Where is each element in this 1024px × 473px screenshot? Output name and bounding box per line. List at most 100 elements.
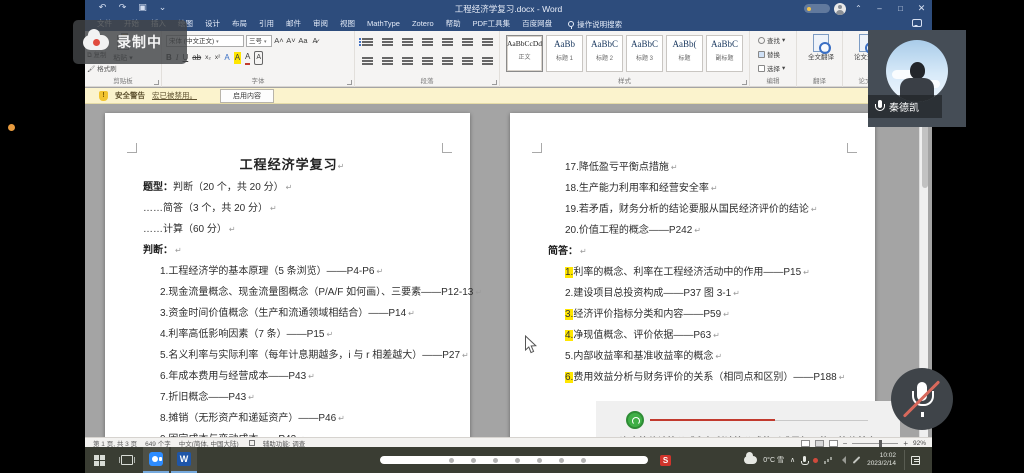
justify-icon[interactable]	[421, 55, 434, 66]
start-button[interactable]	[85, 447, 113, 473]
paragraph-dialog-launcher[interactable]	[492, 80, 497, 85]
doc-line-text: 18.生产能力利用率和经营安全率	[565, 183, 709, 194]
maximize-button[interactable]: □	[892, 1, 909, 16]
doc-line: 4.利率高低影响因素（7 条）——P15↵	[143, 324, 442, 345]
superscript-icon[interactable]: x²	[215, 52, 220, 64]
enable-content-button[interactable]: 启用内容	[220, 89, 274, 103]
language-indicator[interactable]: 中文(简体, 中国大陆)	[179, 438, 239, 448]
mute-microphone-button[interactable]	[891, 368, 953, 430]
tray-expand-icon[interactable]: ∧	[790, 456, 795, 464]
ribbon-tab-14[interactable]: 百度网盘	[516, 17, 558, 31]
network-icon[interactable]	[824, 457, 832, 464]
document-page-2[interactable]: 17.降低盈亏平衡点措施↵18.生产能力利用率和经营安全率↵19.若矛盾，财务分…	[510, 113, 875, 437]
subscript-icon[interactable]: x₂	[205, 52, 211, 64]
zoom-slider[interactable]	[852, 443, 898, 444]
account-avatar[interactable]	[834, 3, 846, 15]
style-gallery-item-2[interactable]: AaBbC标题 2	[586, 35, 623, 72]
close-button[interactable]: ✕	[913, 1, 930, 16]
show-marks-icon[interactable]	[481, 36, 494, 47]
ribbon-tab-9[interactable]: 视图	[334, 17, 361, 31]
ribbon-tab-4[interactable]: 设计	[199, 17, 226, 31]
ribbon-tab-11[interactable]: Zotero	[406, 17, 440, 31]
ribbon-tab-6[interactable]: 引用	[253, 17, 280, 31]
taskbar-word-app[interactable]: W	[171, 447, 197, 473]
decrease-indent-icon[interactable]	[421, 36, 434, 47]
line-spacing-icon[interactable]	[441, 55, 454, 66]
page-indicator[interactable]: 第 1 页, 共 3 页	[93, 438, 137, 448]
taskbar-meeting-app[interactable]	[143, 447, 169, 473]
document-page-1[interactable]: 工程经济学复习↵ 题型：判断（20 个，共 20 分）↵……简答（3 个，共 2…	[105, 113, 470, 437]
ribbon-tab-12[interactable]: 帮助	[440, 17, 467, 31]
grow-font-icon[interactable]: A˄	[274, 35, 284, 47]
bullets-icon[interactable]	[361, 36, 374, 47]
borders-icon[interactable]	[481, 55, 494, 66]
doc-line-text: 5.内部收益率和基准收益率的概念	[565, 351, 713, 362]
webcam-panel[interactable]: 秦德凯	[868, 30, 966, 127]
ribbon-tab-7[interactable]: 邮件	[280, 17, 307, 31]
weather-text[interactable]: 0°C 雪	[763, 455, 784, 465]
align-right-icon[interactable]	[401, 55, 414, 66]
style-gallery-item-3[interactable]: AaBbC标题 3	[626, 35, 663, 72]
shrink-font-icon[interactable]: A˅	[286, 35, 296, 47]
tell-me-search[interactable]: 操作说明搜索	[568, 19, 622, 30]
print-layout-icon[interactable]	[815, 440, 824, 447]
action-center-icon[interactable]	[911, 456, 920, 465]
replace-button[interactable]: 替换	[758, 49, 785, 59]
text-highlight-icon[interactable]: A	[234, 52, 241, 64]
tray-recording-dot-icon[interactable]	[813, 458, 818, 463]
volume-icon[interactable]	[838, 456, 846, 464]
doc-line: 6.费用效益分析与财务评价的关系（相同点和区别）——P188↵	[548, 367, 847, 388]
style-gallery-item-5[interactable]: AaBbC副标题	[706, 35, 743, 72]
macro-record-icon[interactable]	[249, 440, 255, 446]
full-text-translate-button[interactable]: 全文翻译	[803, 34, 839, 62]
security-warning-message: 宏已被禁用。	[152, 90, 197, 101]
align-center-icon[interactable]	[381, 55, 394, 66]
account-badge[interactable]	[804, 4, 830, 13]
sort-icon[interactable]	[461, 36, 474, 47]
accessibility-status[interactable]: 辅助功能: 调查	[263, 438, 306, 448]
select-button[interactable]: 选择 ▾	[758, 63, 785, 73]
ribbon-tab-5[interactable]: 布局	[226, 17, 253, 31]
zoom-percentage[interactable]: 92%	[913, 440, 926, 447]
align-left-icon[interactable]	[361, 55, 374, 66]
window-controls: ⌃ – □ ✕	[804, 0, 930, 17]
web-layout-icon[interactable]	[829, 440, 838, 447]
style-gallery-item-0[interactable]: AaBbCcDd正文	[506, 35, 543, 72]
multilevel-list-icon[interactable]	[401, 36, 414, 47]
clipboard-dialog-launcher[interactable]	[154, 80, 159, 85]
change-case-icon[interactable]: Aa	[298, 35, 308, 47]
zoom-slider-thumb[interactable]	[879, 440, 882, 447]
font-size-select[interactable]: 三号▾	[246, 35, 272, 47]
strikethrough-icon[interactable]: ab	[192, 52, 201, 64]
style-gallery-item-1[interactable]: AaBb标题 1	[546, 35, 583, 72]
doc-line: 19.若矛盾，财务分析的结论要服从国民经济评价的结论↵	[548, 199, 847, 220]
taskbar-clock[interactable]: 10:02 2023/2/14	[867, 452, 896, 468]
enclose-characters-icon[interactable]: A	[254, 51, 263, 65]
styles-dialog-launcher[interactable]	[742, 80, 747, 85]
shading-icon[interactable]	[461, 55, 474, 66]
task-view-button[interactable]	[113, 447, 141, 473]
pilcrow-mark: ↵	[338, 162, 346, 171]
numbering-icon[interactable]	[381, 36, 394, 47]
scrollbar-thumb[interactable]	[922, 118, 928, 188]
comment-icon[interactable]	[912, 19, 922, 27]
font-dialog-launcher[interactable]	[347, 80, 352, 85]
ribbon-tab-13[interactable]: PDF工具集	[467, 17, 517, 31]
word-count[interactable]: 649 个字	[145, 438, 171, 448]
style-gallery-item-4[interactable]: AaBb(标题	[666, 35, 703, 72]
read-mode-icon[interactable]	[801, 440, 810, 447]
font-color-icon[interactable]: A	[245, 51, 250, 65]
playback-progress-capsule[interactable]	[380, 456, 648, 464]
text-effects-icon[interactable]: A	[224, 52, 229, 64]
pen-settings-icon[interactable]	[853, 456, 861, 464]
doc-line-bold-prefix: 判断：	[143, 245, 173, 256]
find-button[interactable]: 查找 ▾	[758, 35, 785, 45]
tray-mic-icon[interactable]	[801, 456, 807, 465]
ribbon-tab-10[interactable]: MathType	[361, 17, 406, 31]
ribbon-display-options-icon[interactable]: ⌃	[850, 1, 867, 16]
increase-indent-icon[interactable]	[441, 36, 454, 47]
clear-formatting-icon[interactable]: A̷	[310, 35, 320, 47]
taskbar-s-app-icon[interactable]: S	[660, 455, 671, 466]
ribbon-tab-8[interactable]: 审阅	[307, 17, 334, 31]
minimize-button[interactable]: –	[871, 1, 888, 16]
